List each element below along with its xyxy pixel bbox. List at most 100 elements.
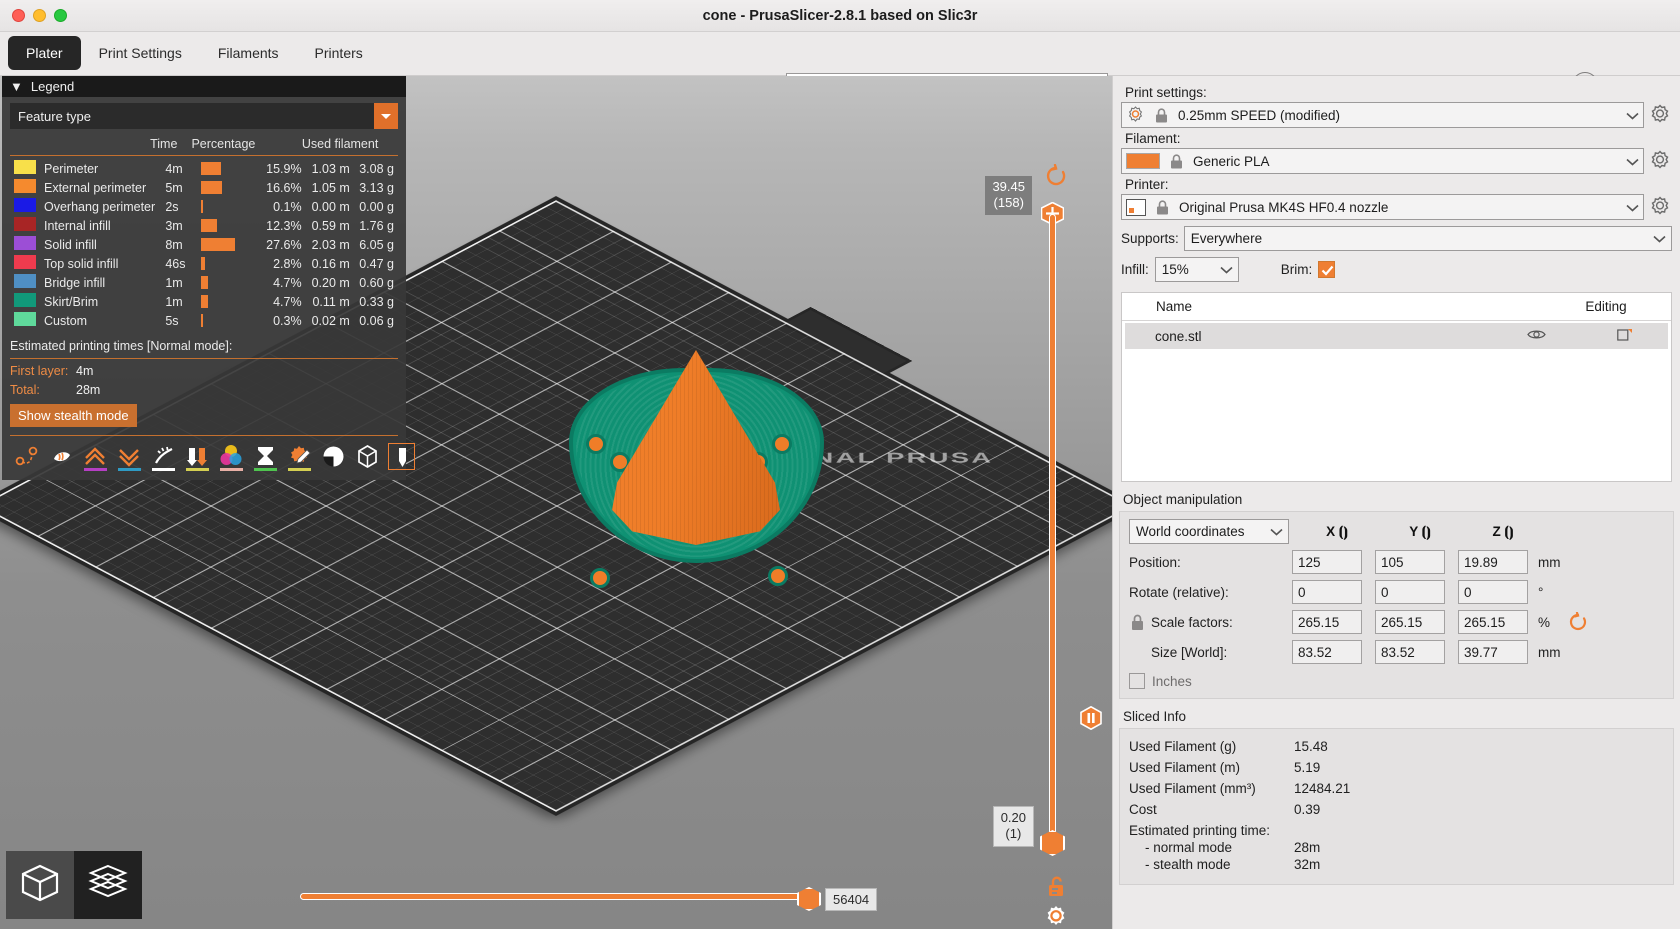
infill-label: Infill: (1121, 262, 1149, 277)
seams-icon[interactable] (82, 443, 109, 471)
wipe-icon[interactable] (150, 443, 177, 471)
printer-edit-icon[interactable] (1648, 195, 1672, 219)
tab-plater[interactable]: Plater (8, 36, 81, 70)
percentage-bar (201, 200, 203, 213)
rotate-z-input[interactable]: 0 (1458, 580, 1528, 604)
pause-marker-icon[interactable] (1080, 705, 1102, 731)
scale-x-input[interactable]: 265.15 (1292, 610, 1362, 634)
feature-length: 1.03 m (311, 161, 350, 176)
chevron-down-icon[interactable] (374, 103, 398, 129)
coordinate-system-value: World coordinates (1136, 524, 1245, 539)
table-row[interactable]: Skirt/Brim 1m 4.7% 0.11 m 0.33 g (10, 292, 398, 311)
print-settings-edit-icon[interactable] (1648, 103, 1672, 127)
chevron-down-icon[interactable] (1653, 231, 1666, 246)
brim-checkbox[interactable] (1318, 261, 1336, 278)
supports-select[interactable]: Everywhere (1183, 226, 1672, 251)
coordinate-system-select[interactable]: World coordinates (1129, 519, 1289, 544)
feature-mass: 3.13 g (359, 180, 394, 195)
collapse-triangle-icon[interactable]: ▼ (10, 79, 23, 94)
sliced-info-key: Used Filament (mm³) (1129, 781, 1256, 796)
show-stealth-mode-button[interactable]: Show stealth mode (10, 404, 137, 427)
custom-gcodes-icon[interactable] (286, 443, 313, 471)
layer-slider[interactable] (1036, 166, 1066, 866)
inches-label: Inches (1152, 673, 1192, 689)
table-row[interactable]: External perimeter 5m 16.6% 1.05 m 3.13 … (10, 178, 398, 197)
table-row[interactable]: Custom 5s 0.3% 0.02 m 0.06 g (10, 311, 398, 330)
first-layer-value: 4m (76, 364, 94, 378)
table-row[interactable]: Bridge infill 1m 4.7% 0.20 m 0.60 g (10, 273, 398, 292)
support-blob (772, 434, 792, 454)
move-slider[interactable] (300, 887, 821, 911)
filament-edit-icon[interactable] (1648, 149, 1672, 173)
infill-select[interactable]: 15% (1154, 257, 1239, 282)
size-unit: mm (1538, 644, 1561, 660)
edit-layers-icon[interactable] (1582, 328, 1668, 345)
object-list: Name Editing cone.stl (1121, 292, 1672, 482)
gear-icon[interactable] (1044, 904, 1068, 928)
sliced-model-cone[interactable] (524, 348, 824, 588)
table-row[interactable]: Internal infill 3m 12.3% 0.59 m 1.76 g (10, 216, 398, 235)
view-preview-button[interactable] (74, 851, 142, 919)
table-row[interactable]: Overhang perimeter 2s 0.1% 0.00 m 0.00 g (10, 197, 398, 216)
print-settings-select[interactable]: 0.25mm SPEED (modified) (1121, 102, 1644, 128)
view-type-select[interactable]: Feature type (10, 103, 398, 129)
table-row[interactable]: Solid infill 8m 27.6% 2.03 m 6.05 g (10, 235, 398, 254)
tool-marker-icon[interactable] (354, 443, 381, 470)
filament-select[interactable]: Generic PLA (1121, 148, 1644, 174)
position-z-input[interactable]: 19.89 (1458, 550, 1528, 574)
color-changes-icon[interactable] (218, 443, 245, 471)
tab-printers[interactable]: Printers (297, 36, 381, 70)
infill-value: 15% (1161, 262, 1189, 277)
deretractions-icon[interactable] (116, 443, 143, 471)
shells-icon[interactable] (320, 443, 347, 470)
feature-pct: 4.7% (273, 294, 302, 309)
color-swatch (14, 236, 36, 250)
chevron-down-icon[interactable] (1626, 154, 1639, 169)
layer-slider-handle[interactable] (1040, 830, 1065, 856)
chevron-down-icon[interactable] (1270, 524, 1283, 539)
size-x-input[interactable]: 83.52 (1292, 640, 1362, 664)
unlock-icon[interactable] (1044, 874, 1068, 898)
feature-name: Bridge infill (44, 275, 106, 290)
tab-filaments[interactable]: Filaments (200, 36, 297, 70)
table-row[interactable]: Perimeter 4m 15.9% 1.03 m 3.08 g (10, 159, 398, 178)
inches-checkbox[interactable] (1129, 673, 1145, 689)
legend-toggle-icon[interactable] (388, 443, 415, 470)
travel-paths-icon[interactable] (14, 443, 41, 470)
feature-name: Custom (44, 313, 88, 328)
tool-changes-icon[interactable] (184, 443, 211, 471)
table-row[interactable]: Top solid infill 46s 2.8% 0.16 m 0.47 g (10, 254, 398, 273)
scale-z-input[interactable]: 265.15 (1458, 610, 1528, 634)
view-3d-editor-button[interactable] (6, 851, 74, 919)
printer-select[interactable]: Original Prusa MK4S HF0.4 nozzle (1121, 194, 1644, 220)
tab-print-settings[interactable]: Print Settings (81, 36, 200, 70)
chevron-down-icon[interactable] (1220, 262, 1233, 277)
feature-mass: 0.33 g (359, 294, 394, 309)
layer-slider-track[interactable] (1049, 214, 1056, 844)
reset-rotation-icon[interactable] (1568, 611, 1588, 632)
uniform-scale-lock-icon[interactable] (1129, 611, 1146, 633)
rotate-y-input[interactable]: 0 (1375, 580, 1445, 604)
chevron-down-icon[interactable] (1626, 200, 1639, 215)
eye-icon[interactable] (1490, 328, 1582, 344)
size-y-input[interactable]: 83.52 (1375, 640, 1445, 664)
feature-name: Overhang perimeter (44, 199, 156, 214)
rotate-x-input[interactable]: 0 (1292, 580, 1362, 604)
move-slider-track[interactable] (300, 893, 820, 900)
total-label: Total: (10, 383, 40, 397)
position-y-input[interactable]: 105 (1375, 550, 1445, 574)
retractions-icon[interactable] (48, 443, 75, 470)
feature-pct: 12.3% (266, 218, 302, 233)
sliced-info-title: Sliced Info (1123, 709, 1187, 724)
size-z-input[interactable]: 39.77 (1458, 640, 1528, 664)
view-toggle-group[interactable] (6, 851, 142, 919)
legend-header[interactable]: ▼ Legend (2, 76, 406, 97)
list-item[interactable]: cone.stl (1125, 323, 1668, 349)
chevron-down-icon[interactable] (1626, 108, 1639, 123)
lock-icon (1153, 107, 1170, 124)
position-x-input[interactable]: 125 (1292, 550, 1362, 574)
scale-y-input[interactable]: 265.15 (1375, 610, 1445, 634)
axis-bracket-icon: ⦗⦘ (1504, 523, 1514, 539)
pause-prints-icon[interactable] (252, 443, 279, 471)
feature-mass: 0.60 g (359, 275, 394, 290)
